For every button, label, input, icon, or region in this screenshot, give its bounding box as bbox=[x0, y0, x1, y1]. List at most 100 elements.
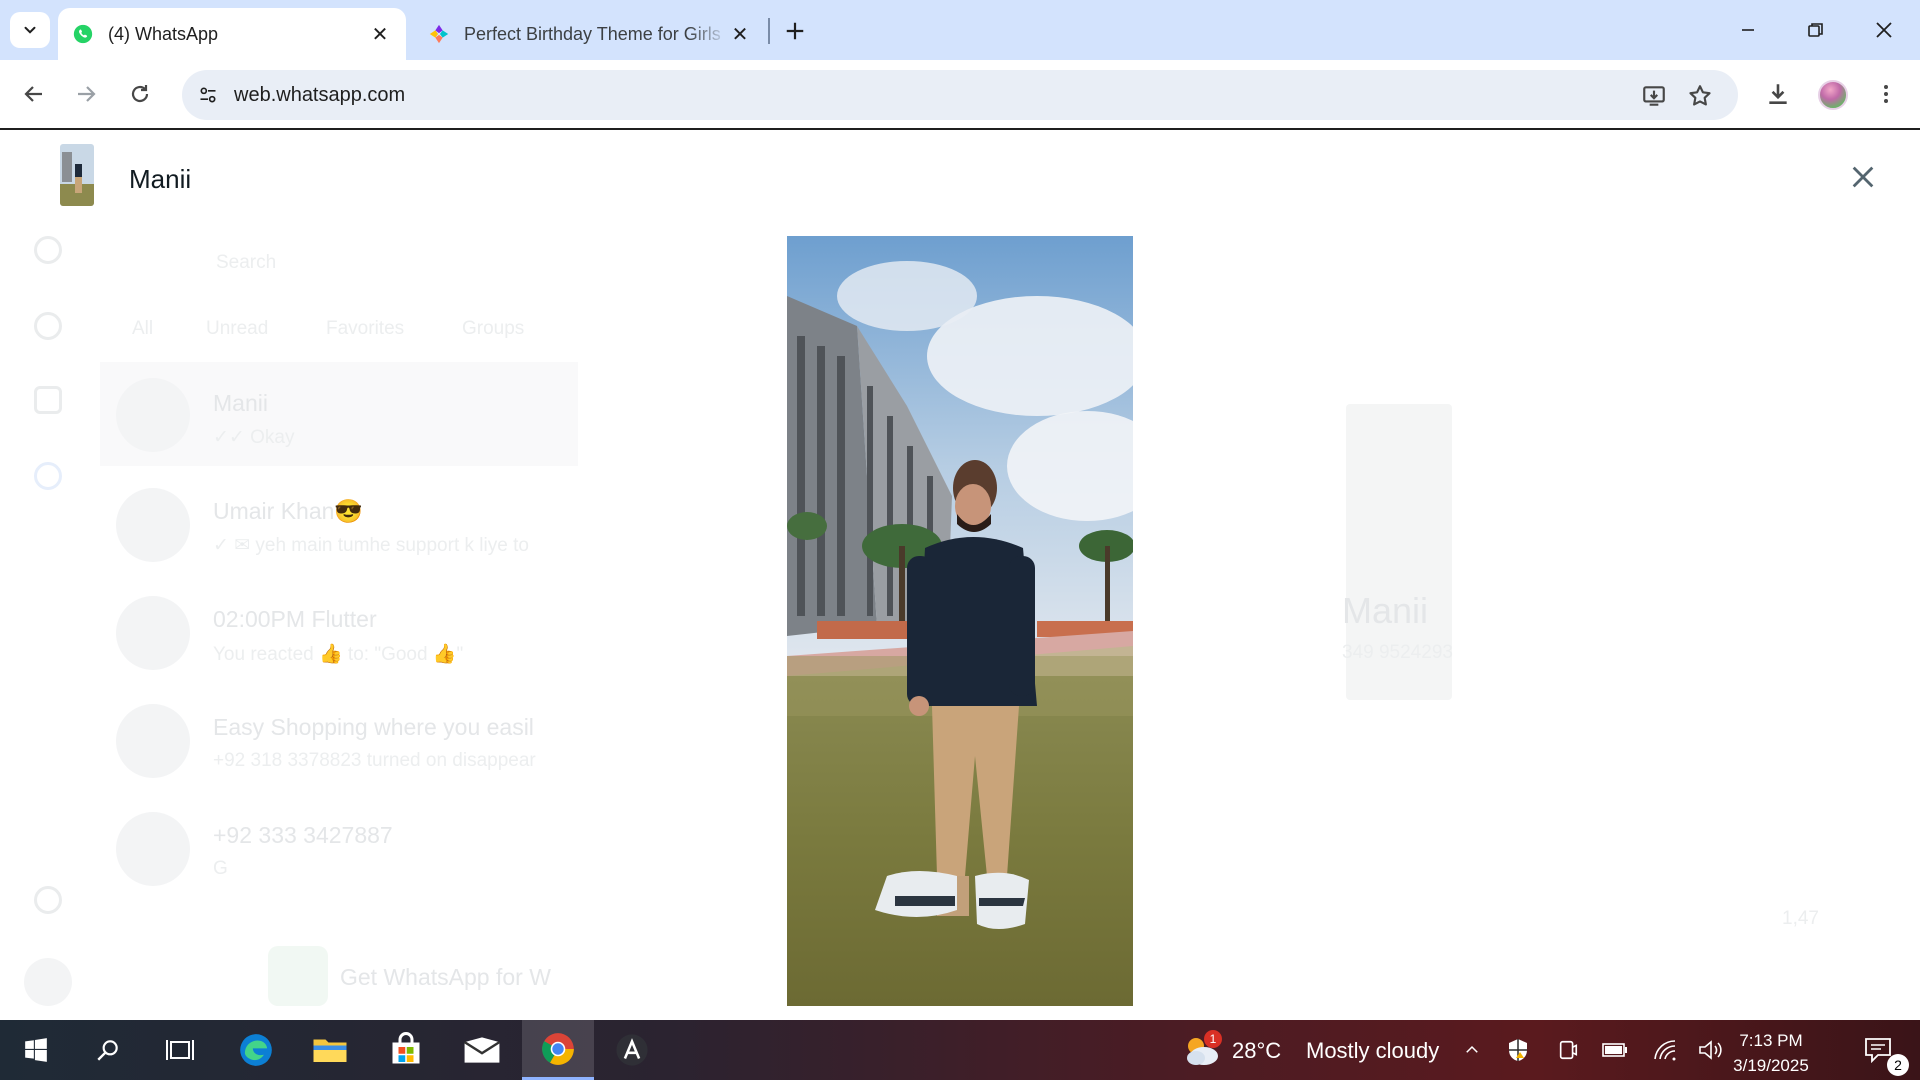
chat-name: Umair Khan😎 bbox=[213, 498, 364, 524]
menu-button[interactable] bbox=[1866, 74, 1906, 114]
restore-icon bbox=[1808, 23, 1823, 37]
weather-temp[interactable]: 28°C bbox=[1232, 1038, 1281, 1064]
profile-phone: 349 9524293 bbox=[1342, 642, 1453, 663]
search-icon bbox=[97, 1040, 118, 1061]
filter-groups: Groups bbox=[462, 318, 525, 339]
arrow-left-icon bbox=[24, 86, 42, 102]
chat-preview: You reacted 👍 to: "Good 👍" bbox=[213, 644, 464, 665]
edge-taskbar-icon[interactable] bbox=[220, 1020, 292, 1080]
settings-icon bbox=[34, 886, 62, 914]
tab-title: Perfect Birthday Theme for Girls bbox=[464, 23, 721, 44]
close-icon bbox=[1876, 22, 1892, 38]
tab-strip: (4) WhatsApp ✕ Perfect Birthday Theme fo… bbox=[0, 0, 1920, 60]
reload-button[interactable] bbox=[120, 74, 160, 114]
security-tray-button[interactable] bbox=[1502, 1020, 1534, 1080]
store-taskbar-icon[interactable] bbox=[370, 1020, 442, 1080]
restore-button[interactable] bbox=[1782, 8, 1850, 52]
search-button[interactable] bbox=[72, 1020, 144, 1080]
battery-tray-button[interactable] bbox=[1598, 1020, 1632, 1080]
profile-avatar[interactable] bbox=[1818, 80, 1848, 110]
weather-badge: 1 bbox=[1204, 1030, 1222, 1048]
file-explorer-taskbar-icon[interactable] bbox=[294, 1020, 366, 1080]
filter-unread: Unread bbox=[206, 318, 269, 339]
more-vertical-icon bbox=[1884, 85, 1888, 103]
tab-search-button[interactable] bbox=[10, 12, 50, 48]
chat-preview: G bbox=[213, 858, 228, 879]
mail-icon bbox=[463, 1037, 501, 1063]
chat-avatar bbox=[116, 704, 190, 778]
back-button[interactable] bbox=[14, 74, 54, 114]
chat-name: +92 333 3427887 bbox=[213, 822, 393, 848]
weather-desc[interactable]: Mostly cloudy bbox=[1306, 1038, 1439, 1064]
filter-favorites: Favorites bbox=[326, 318, 405, 339]
tab-birthday-theme[interactable]: Perfect Birthday Theme for Girls ✕ bbox=[414, 8, 766, 60]
chrome-taskbar-icon[interactable] bbox=[522, 1020, 594, 1080]
clock[interactable]: 7:13 PM 3/19/2025 bbox=[1716, 1028, 1826, 1078]
minimize-icon bbox=[1742, 29, 1754, 31]
browser-toolbar: web.whatsapp.com bbox=[0, 60, 1920, 130]
task-view-button[interactable] bbox=[144, 1020, 216, 1080]
app-a-icon bbox=[616, 1034, 648, 1066]
chat-avatar bbox=[116, 812, 190, 886]
task-view-icon bbox=[166, 1040, 194, 1060]
chat-avatar bbox=[116, 378, 190, 452]
get-app-label: Get WhatsApp for W bbox=[340, 964, 551, 990]
address-bar[interactable]: web.whatsapp.com bbox=[182, 70, 1738, 120]
camera-tray-button[interactable] bbox=[1552, 1020, 1584, 1080]
wifi-icon bbox=[1654, 1040, 1676, 1061]
search-placeholder: Search bbox=[216, 252, 277, 273]
chat-avatar bbox=[116, 488, 190, 562]
downloads-button[interactable] bbox=[1758, 74, 1798, 114]
close-icon bbox=[1852, 166, 1874, 188]
close-tab-icon[interactable]: ✕ bbox=[368, 22, 392, 46]
store-icon bbox=[392, 1032, 420, 1064]
close-tab-icon[interactable]: ✕ bbox=[728, 22, 752, 46]
chat-preview: ✓ ✉ yeh main tumhe support k liye to bbox=[213, 535, 529, 556]
chevron-down-icon bbox=[24, 26, 36, 34]
chat-preview: +92 318 3378823 turned on disappear bbox=[213, 750, 536, 771]
edge-icon bbox=[240, 1034, 272, 1066]
chat-avatar bbox=[116, 596, 190, 670]
download-icon bbox=[1769, 84, 1787, 104]
chat-preview: ✓✓ Okay bbox=[213, 427, 295, 448]
bookmark-star-icon[interactable] bbox=[1684, 80, 1716, 112]
meta-ai-icon bbox=[34, 462, 62, 490]
url-text[interactable]: web.whatsapp.com bbox=[234, 84, 405, 107]
filter-all: All bbox=[132, 318, 154, 339]
minimize-button[interactable] bbox=[1714, 8, 1782, 52]
new-tab-button[interactable] bbox=[778, 14, 812, 48]
chevron-up-icon bbox=[1466, 1045, 1478, 1053]
chrome-icon bbox=[542, 1032, 574, 1065]
site-settings-icon[interactable] bbox=[192, 79, 224, 111]
close-viewer-button[interactable] bbox=[1844, 158, 1882, 196]
tab-separator bbox=[768, 18, 770, 44]
reload-icon bbox=[131, 85, 149, 103]
clock-time: 7:13 PM bbox=[1739, 1031, 1803, 1050]
chat-name: Manii bbox=[213, 390, 268, 416]
contact-thumbnail[interactable] bbox=[60, 144, 94, 206]
arrow-right-icon bbox=[78, 86, 96, 102]
close-window-button[interactable] bbox=[1850, 8, 1918, 52]
mail-taskbar-icon[interactable] bbox=[446, 1020, 518, 1080]
communities-icon bbox=[34, 386, 62, 414]
forward-button[interactable] bbox=[66, 74, 106, 114]
network-tray-button[interactable] bbox=[1648, 1020, 1682, 1080]
tab-whatsapp[interactable]: (4) WhatsApp ✕ bbox=[58, 8, 406, 60]
start-button[interactable] bbox=[0, 1020, 72, 1080]
show-hidden-icons-button[interactable] bbox=[1456, 1020, 1488, 1080]
windows-taskbar: 1 28°C Mostly cloudy 7:13 PM 3/19/2025 2 bbox=[0, 1020, 1920, 1080]
tab-title: (4) WhatsApp bbox=[108, 23, 219, 44]
chat-name: Easy Shopping where you easil bbox=[213, 714, 534, 740]
shield-icon bbox=[1509, 1039, 1527, 1061]
battery-icon bbox=[1602, 1043, 1627, 1057]
media-photo bbox=[787, 236, 1133, 1006]
media-count: 1,47 bbox=[1782, 908, 1819, 929]
install-app-icon[interactable] bbox=[1638, 80, 1670, 112]
whatsapp-app-icon bbox=[268, 946, 328, 1006]
profile-name: Manii bbox=[1342, 590, 1429, 631]
contact-name[interactable]: Manii bbox=[129, 164, 191, 195]
channels-icon bbox=[34, 312, 62, 340]
whatsapp-icon bbox=[73, 24, 93, 44]
weather-widget-icon[interactable]: 1 bbox=[1182, 1030, 1222, 1070]
app-taskbar-icon[interactable] bbox=[596, 1020, 668, 1080]
